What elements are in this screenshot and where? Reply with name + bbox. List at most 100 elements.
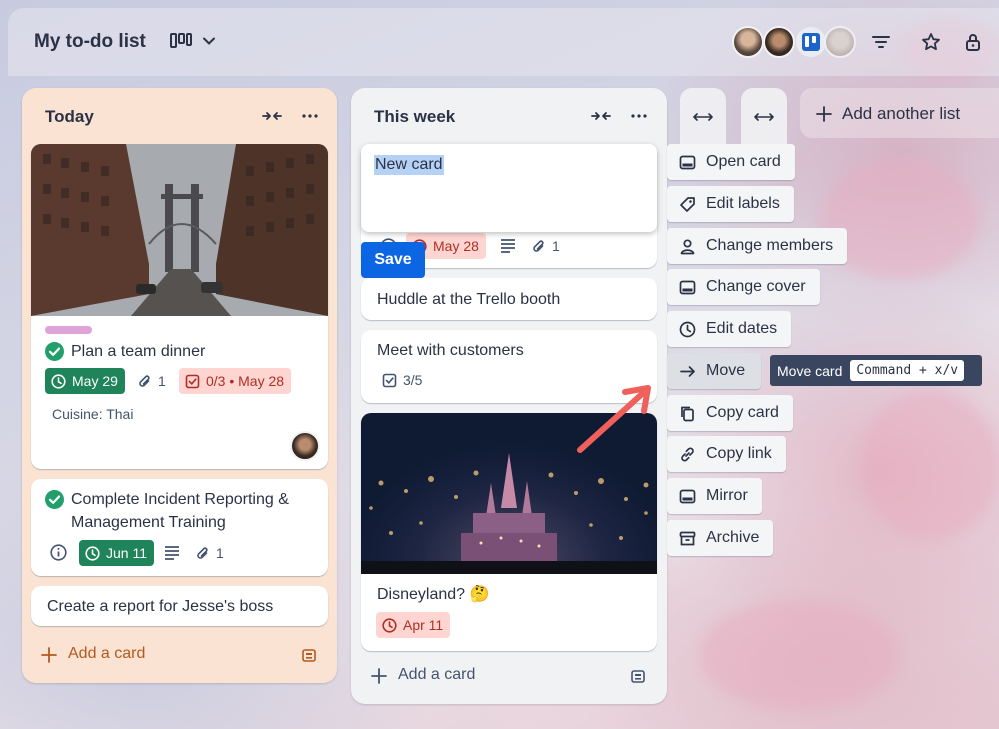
- clock-icon: [85, 545, 100, 561]
- trello-logo-icon[interactable]: [796, 27, 826, 57]
- card-template-icon[interactable]: [630, 668, 646, 684]
- avatar[interactable]: [290, 431, 320, 461]
- card-title-editor[interactable]: New card: [361, 144, 657, 232]
- paperclip-icon: [533, 239, 544, 252]
- menu-move[interactable]: Move: [667, 353, 761, 389]
- move-card-tooltip: Move card Command + x/v: [770, 355, 982, 386]
- keyboard-shortcut: Command + x/v: [850, 360, 965, 381]
- menu-copy-card[interactable]: Copy card: [667, 395, 793, 431]
- plus-icon[interactable]: [371, 668, 387, 684]
- menu-edit-labels[interactable]: Edit labels: [667, 186, 794, 222]
- due-date-badge[interactable]: May 29: [45, 368, 125, 394]
- info-icon: [50, 544, 67, 561]
- menu-label: Change members: [706, 237, 834, 254]
- add-card-button[interactable]: Add a card: [398, 666, 475, 684]
- expand-list-icon[interactable]: [693, 110, 713, 124]
- paperclip-icon: [139, 374, 150, 387]
- card-title-line2: Management Training: [71, 514, 226, 531]
- checklist-badge: 3/5: [376, 367, 429, 393]
- menu-label: Edit dates: [706, 320, 778, 337]
- cover-icon: [679, 280, 696, 294]
- card-title-input[interactable]: New card: [374, 155, 444, 175]
- archive-icon: [679, 531, 696, 545]
- custom-field: Cuisine: Thai: [52, 406, 134, 422]
- menu-change-members[interactable]: Change members: [667, 228, 848, 264]
- complete-check-icon[interactable]: [45, 342, 64, 361]
- menu-label: Archive: [706, 529, 760, 546]
- plus-icon: [816, 106, 832, 122]
- paperclip-icon: [197, 546, 208, 559]
- due-date-text: Apr 11: [403, 617, 444, 633]
- menu-label: Copy link: [706, 445, 772, 462]
- more-icon[interactable]: [301, 108, 319, 124]
- card-title: Complete Incident Reporting &: [71, 491, 289, 508]
- add-card-button[interactable]: Add a card: [68, 645, 145, 663]
- menu-archive[interactable]: Archive: [667, 520, 774, 556]
- due-date-text: May 29: [72, 373, 118, 389]
- chevron-down-icon[interactable]: [202, 34, 216, 48]
- plus-icon[interactable]: [41, 647, 57, 663]
- menu-label: Change cover: [706, 278, 806, 295]
- checklist-icon: [185, 374, 200, 388]
- attachment-count: 1: [158, 373, 166, 389]
- clock-icon: [382, 617, 397, 633]
- card-title: Meet with customers: [377, 342, 524, 359]
- menu-edit-dates[interactable]: Edit dates: [667, 311, 792, 347]
- add-list-label: Add another list: [842, 104, 961, 123]
- menu-label: Edit labels: [706, 195, 780, 212]
- card-icon: [679, 155, 696, 169]
- collapse-list-icon[interactable]: [262, 108, 282, 124]
- due-date-badge[interactable]: Jun 11: [79, 540, 154, 566]
- menu-open-card[interactable]: Open card: [667, 144, 795, 180]
- attachment-badge: 1: [132, 368, 173, 394]
- avatar[interactable]: [763, 26, 795, 58]
- checklist-badge[interactable]: 0/3 • May 28: [179, 368, 292, 394]
- filter-icon[interactable]: [871, 32, 891, 52]
- board-title[interactable]: My to-do list: [34, 31, 146, 53]
- attachment-badge: 1: [526, 233, 567, 259]
- card-template-icon[interactable]: [301, 647, 317, 663]
- card-title: Create a report for Jesse's boss: [47, 598, 274, 615]
- avatar[interactable]: [732, 26, 764, 58]
- menu-label: Mirror: [706, 487, 748, 504]
- save-button[interactable]: Save: [361, 242, 425, 278]
- avatar[interactable]: [824, 26, 856, 58]
- menu-label: Move: [706, 362, 746, 379]
- arrow-right-icon: [680, 365, 695, 377]
- card-title: Plan a team dinner: [71, 343, 206, 360]
- copy-icon: [681, 406, 694, 421]
- attachment-count: 1: [552, 238, 560, 254]
- clock-icon: [679, 321, 696, 337]
- mirror-icon: [679, 489, 696, 503]
- menu-change-cover[interactable]: Change cover: [667, 269, 820, 305]
- complete-check-icon[interactable]: [45, 490, 64, 509]
- person-icon: [680, 238, 695, 254]
- link-icon: [681, 447, 694, 461]
- lock-icon[interactable]: [963, 32, 983, 52]
- expand-list-icon[interactable]: [754, 110, 774, 124]
- menu-mirror[interactable]: Mirror: [667, 478, 762, 514]
- checklist-text: 3/5: [403, 372, 423, 388]
- collapse-list-icon[interactable]: [591, 108, 611, 124]
- list-title[interactable]: Today: [45, 107, 94, 127]
- clock-icon: [51, 373, 66, 389]
- tag-icon: [680, 196, 695, 212]
- attachment-count: 1: [216, 545, 224, 561]
- star-icon[interactable]: [921, 32, 941, 52]
- description-icon: [501, 239, 515, 253]
- checklist-icon: [382, 373, 397, 387]
- add-another-list-button[interactable]: Add another list: [800, 88, 999, 138]
- list-title[interactable]: This week: [374, 107, 455, 127]
- checklist-text: 0/3 • May 28: [206, 373, 285, 389]
- menu-copy-link[interactable]: Copy link: [667, 436, 786, 472]
- annotation-arrow-icon: [577, 385, 651, 453]
- menu-label: Copy card: [706, 404, 779, 421]
- card-label[interactable]: [45, 326, 92, 334]
- card-cover-image: [31, 144, 328, 316]
- menu-label: Open card: [706, 153, 781, 170]
- board-view-icon[interactable]: [170, 33, 192, 49]
- more-icon[interactable]: [630, 108, 648, 124]
- due-date-badge[interactable]: Apr 11: [376, 612, 451, 638]
- attachment-badge: 1: [190, 540, 231, 566]
- card-title: Disneyland? 🤔: [377, 586, 490, 603]
